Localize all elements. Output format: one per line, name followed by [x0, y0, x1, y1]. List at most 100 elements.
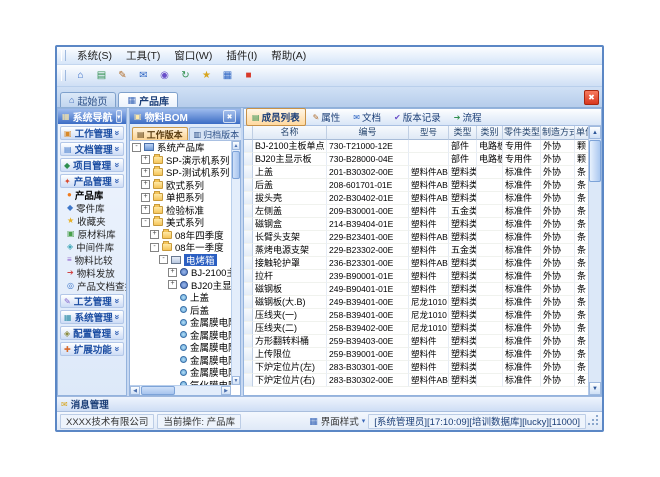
tree-expander[interactable] — [168, 305, 177, 314]
column-header-type[interactable]: 类型 — [449, 126, 477, 140]
table-scroll-down-icon[interactable]: ▼ — [589, 382, 601, 395]
column-header-unit[interactable]: 单位 — [575, 126, 588, 140]
tree-expander[interactable]: + — [168, 268, 177, 277]
toolbar-button[interactable]: ◉ — [155, 66, 174, 85]
tree-node[interactable]: + 单把系列 — [130, 191, 231, 204]
table-row[interactable]: BJ20主显示板 730-B28000-04E 部件 电路板 专用件 外协 颗 — [244, 153, 588, 166]
tree-expander[interactable]: + — [150, 230, 159, 239]
bom-close-button[interactable]: ✖ — [223, 110, 236, 123]
tree-scroll-thumb[interactable] — [232, 151, 240, 179]
toolbar-button[interactable]: ★ — [197, 66, 216, 85]
tree-expander[interactable]: + — [141, 193, 150, 202]
column-header-name[interactable]: 名称 — [253, 126, 327, 140]
tree-node[interactable]: + 检验标准 — [130, 204, 231, 217]
table-row[interactable]: 后盖 208-601701-01E 塑料件ABS 塑料类 标准件 外协 条 — [244, 179, 588, 192]
tree-expander[interactable]: + — [141, 205, 150, 214]
nav-entry[interactable]: ✦ 产品管理 » — [60, 174, 124, 188]
detail-tab[interactable]: ✔ 版本记录 — [388, 108, 447, 126]
tree-expander[interactable]: + — [141, 168, 150, 177]
table-row[interactable]: 压线夹(二) 258-B39402-00E 尼龙1010 塑料类 标准件 外协 … — [244, 322, 588, 335]
tree-vertical-scrollbar[interactable]: ▲ ▼ — [231, 141, 240, 385]
tree-node[interactable]: 上盖 — [130, 291, 231, 304]
nav-entry[interactable]: ● 产品库 » — [58, 188, 126, 201]
tree-expander[interactable] — [168, 293, 177, 302]
nav-entry[interactable]: ≡ 物料比较 » — [58, 253, 126, 266]
tree-node[interactable]: + 欧式系列 — [130, 179, 231, 192]
table-row[interactable]: 长臂头支架 229-B23401-00E 塑料件ABS 塑料类 标准件 外协 条 — [244, 231, 588, 244]
menu-grip[interactable] — [61, 50, 66, 61]
column-header-category[interactable]: 类别 — [477, 126, 503, 140]
scroll-down-icon[interactable]: ▼ — [232, 376, 240, 385]
column-header-mfg[interactable]: 制造方式 — [541, 126, 575, 140]
detail-tab[interactable]: ➔ 流程 — [448, 108, 488, 126]
table-row[interactable]: 左侧盖 209-B30001-00E 塑料件 五金类 标准件 外协 条 — [244, 205, 588, 218]
version-tab[interactable]: ▤ 工作版本 — [132, 127, 188, 140]
menu-item[interactable]: 系统(S) — [70, 47, 119, 64]
scroll-left-icon[interactable]: ◀ — [130, 386, 140, 395]
tree-node[interactable]: 金属膜电阻器 — [130, 329, 231, 342]
table-row[interactable]: 上传限位 259-B39001-00E 塑料件 塑料类 标准件 外协 条 — [244, 348, 588, 361]
toolbar-button[interactable]: ▤ — [92, 66, 111, 85]
column-header-code[interactable]: 编号 — [327, 126, 409, 140]
tree-node[interactable]: 金属膜电阻器 — [130, 366, 231, 379]
toolbar-button[interactable]: ▦ — [218, 66, 237, 85]
toolbar-button[interactable]: ✎ — [113, 66, 132, 85]
resize-grip[interactable] — [589, 416, 599, 426]
tree-expander[interactable] — [168, 330, 177, 339]
detail-tab[interactable]: ✎ 属性 — [307, 108, 347, 126]
tree-node[interactable]: 金属膜电阻器 — [130, 354, 231, 367]
detail-tab[interactable]: ✉ 文档 — [347, 108, 387, 126]
column-header-model[interactable]: 型号 — [409, 126, 449, 140]
page-tab[interactable]: ▦ 产品库 — [118, 92, 178, 107]
table-row[interactable]: 上盖 201-B30302-00E 塑料件ABS 塑料类 标准件 外协 条 — [244, 166, 588, 179]
nav-entry[interactable]: ✚ 扩展功能 » — [60, 342, 124, 356]
tree-expander[interactable]: - — [132, 143, 141, 152]
menu-item[interactable]: 窗口(W) — [167, 47, 219, 64]
tree-expander[interactable]: + — [141, 180, 150, 189]
tree-hscroll-thumb[interactable] — [141, 386, 175, 395]
column-header-parttype[interactable]: 零件类型 — [503, 126, 541, 140]
toolbar-grip[interactable] — [61, 70, 66, 81]
table-row[interactable]: 方形翻转料桶 259-B39403-00E 塑料件 塑料类 标准件 外协 条 — [244, 335, 588, 348]
table-vertical-scrollbar[interactable]: ▲ ▼ — [588, 126, 601, 395]
nav-entry[interactable]: ◎ 产品文档查找 » — [58, 279, 126, 292]
table-row[interactable]: 下炉定位片(左) 283-B30301-00E 塑料件 塑料类 标准件 外协 条 — [244, 361, 588, 374]
table-row[interactable]: 拉杆 239-B90001-01E 塑料件 塑料类 标准件 外协 条 — [244, 270, 588, 283]
tree-expander[interactable]: - — [141, 218, 150, 227]
nav-entry[interactable]: ▣ 原材料库 » — [58, 227, 126, 240]
menu-item[interactable]: 工具(T) — [119, 47, 167, 64]
table-row[interactable]: 磁钢板 249-B90401-01E 塑料件 塑料类 标准件 外协 条 — [244, 283, 588, 296]
toolbar-button[interactable]: ↻ — [176, 66, 195, 85]
scroll-up-icon[interactable]: ▲ — [232, 141, 240, 150]
table-row[interactable]: 磁钢板(大.B) 249-B39401-00E 尼龙1010 塑料类 标准件 外… — [244, 296, 588, 309]
detail-tab[interactable]: ▤ 成员列表 — [246, 108, 306, 126]
tree-expander[interactable] — [168, 343, 177, 352]
tree-node[interactable]: + SP-演示机系列 — [130, 154, 231, 167]
tree-expander[interactable] — [168, 368, 177, 377]
page-tab[interactable]: ⌂ 起始页 — [60, 92, 116, 107]
table-row[interactable]: 蒸烤电源支架 229-B23302-00E 塑料件 五金类 标准件 外协 条 — [244, 244, 588, 257]
table-scroll-thumb[interactable] — [589, 140, 601, 182]
table-scroll-up-icon[interactable]: ▲ — [589, 126, 601, 139]
tree-node[interactable]: + SP-测试机系列 — [130, 166, 231, 179]
tree-expander[interactable]: + — [168, 280, 177, 289]
nav-entry[interactable]: ◆ 项目管理 » — [60, 158, 124, 172]
tree-node[interactable]: + BJ20主显示板 — [130, 279, 231, 292]
tree-node[interactable]: 金属膜电阻器 — [130, 316, 231, 329]
toolbar-button[interactable]: ■ — [239, 66, 258, 85]
toolbar-button[interactable]: ✉ — [134, 66, 153, 85]
close-tab-button[interactable]: ✖ — [584, 90, 599, 105]
ui-style-selector[interactable]: 界面样式 — [321, 414, 359, 428]
table-row[interactable]: 压线夹(一) 258-B39401-00E 尼龙1010 塑料类 标准件 外协 … — [244, 309, 588, 322]
nav-entry[interactable]: ▤ 文档管理 » — [60, 142, 124, 156]
table-row[interactable]: 接触轮护罩 236-B23301-00E 塑料件ABS 塑料类 标准件 外协 条 — [244, 257, 588, 270]
tree-node[interactable]: - 美式系列 — [130, 216, 231, 229]
tree-expander[interactable]: + — [141, 155, 150, 164]
message-manager-bar[interactable]: ✉ 消息管理 — [57, 396, 602, 411]
tree-node[interactable]: 金属膜电阻器 — [130, 341, 231, 354]
tree-expander[interactable]: - — [150, 243, 159, 252]
table-row[interactable]: 磁钢盒 214-B39404-01E 塑料件 塑料类 标准件 外协 条 — [244, 218, 588, 231]
nav-entry[interactable]: ✎ 工艺管理 » — [60, 294, 124, 308]
tree-expander[interactable] — [168, 318, 177, 327]
tree-horizontal-scrollbar[interactable]: ◀ ▶ — [130, 385, 231, 395]
